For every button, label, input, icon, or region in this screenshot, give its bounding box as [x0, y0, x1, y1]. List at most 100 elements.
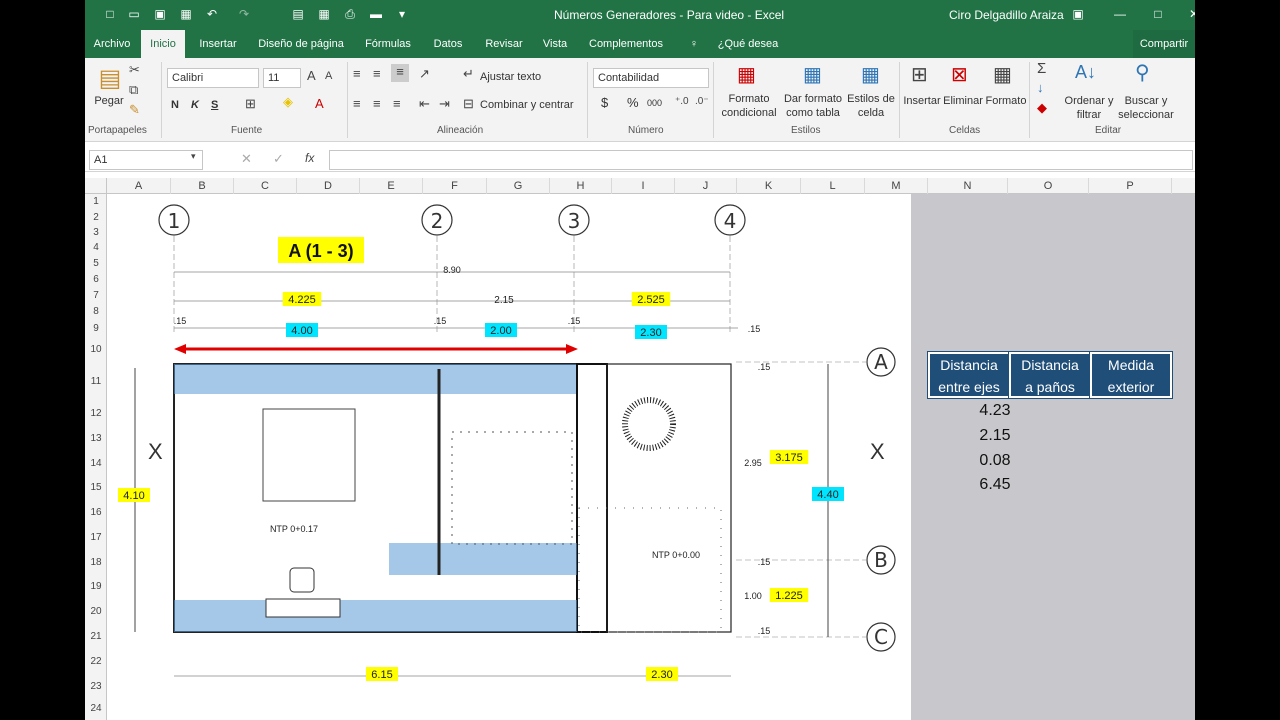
grow-font-icon[interactable]: A: [307, 68, 316, 83]
row-header-19[interactable]: 19: [85, 575, 107, 599]
maximize-icon[interactable]: □: [1151, 7, 1165, 21]
align-bottom-icon[interactable]: ≡: [391, 64, 409, 82]
column-header-J[interactable]: J: [675, 178, 737, 194]
tab-revisar[interactable]: Revisar: [481, 30, 527, 58]
open-icon[interactable]: ▭: [127, 7, 141, 21]
custom-icon[interactable]: ▦: [179, 7, 193, 21]
column-header-B[interactable]: B: [171, 178, 234, 194]
column-header-N[interactable]: N: [928, 178, 1008, 194]
row-header-24[interactable]: 24: [85, 699, 107, 719]
tab-vista[interactable]: Vista: [539, 30, 571, 58]
row-header-1[interactable]: 1: [85, 194, 107, 210]
align-right-icon[interactable]: ≡: [393, 96, 401, 111]
tab-insertar[interactable]: Insertar: [195, 30, 241, 58]
column-header-C[interactable]: C: [234, 178, 297, 194]
orientation-icon[interactable]: ↗: [419, 66, 430, 82]
find-select-icon[interactable]: ⚲: [1135, 60, 1150, 85]
sort-filter-button[interactable]: Ordenar y filtrar: [1063, 94, 1115, 122]
bold-button[interactable]: N: [171, 98, 179, 112]
value-cell-4[interactable]: 6.45: [960, 476, 1030, 494]
enter-icon[interactable]: ✓: [273, 151, 284, 167]
shrink-font-icon[interactable]: A: [325, 70, 332, 82]
font-name-select[interactable]: Calibri: [167, 68, 259, 88]
conditional-format-button[interactable]: Formato condicional: [719, 92, 779, 120]
cell-styles-button[interactable]: Estilos de celda: [847, 92, 895, 120]
select-all-corner[interactable]: [85, 178, 107, 194]
column-header-M[interactable]: M: [865, 178, 928, 194]
italic-button[interactable]: K: [191, 98, 199, 112]
align-top-icon[interactable]: ≡: [353, 66, 361, 81]
wrap-text-icon[interactable]: ↵: [463, 66, 474, 82]
decrease-decimal-icon[interactable]: .0⁻: [695, 96, 709, 107]
row-header-20[interactable]: 20: [85, 599, 107, 624]
font-color-icon[interactable]: A: [315, 96, 324, 111]
wrap-text-button[interactable]: Ajustar texto: [480, 70, 541, 84]
tab-formulas[interactable]: Fórmulas: [361, 30, 415, 58]
tab-complementos[interactable]: Complementos: [587, 30, 665, 58]
row-header-23[interactable]: 23: [85, 675, 107, 699]
fill-color-icon[interactable]: ◈: [283, 94, 293, 110]
row-header-7[interactable]: 7: [85, 288, 107, 304]
tab-archivo[interactable]: Archivo: [89, 30, 135, 58]
row-header-4[interactable]: 4: [85, 240, 107, 256]
insert-cells-icon[interactable]: ⊞: [911, 62, 928, 87]
row-header-6[interactable]: 6: [85, 272, 107, 288]
column-header-O[interactable]: O: [1008, 178, 1089, 194]
align-left-icon[interactable]: ≡: [353, 96, 361, 111]
row-header-22[interactable]: 22: [85, 649, 107, 675]
clear-icon[interactable]: ◆: [1037, 100, 1047, 116]
row-header-16[interactable]: 16: [85, 500, 107, 525]
row-header-18[interactable]: 18: [85, 550, 107, 575]
column-header-A[interactable]: A: [107, 178, 171, 194]
underline-button[interactable]: S: [211, 98, 218, 112]
increase-decimal-icon[interactable]: ⁺.0: [675, 96, 689, 107]
conditional-format-icon[interactable]: ▦: [737, 62, 756, 87]
column-header-I[interactable]: I: [612, 178, 675, 194]
number-format-select[interactable]: Contabilidad: [593, 68, 709, 88]
row-header-3[interactable]: 3: [85, 225, 107, 240]
increase-indent-icon[interactable]: ⇥: [439, 96, 450, 112]
delete-cells-button[interactable]: Eliminar: [941, 94, 985, 108]
row-header-12[interactable]: 12: [85, 402, 107, 426]
worksheet-grid[interactable]: 1 2 3 4 A (1 - 3) 8.90 4.225 2.15 2.525 4.00 2.00 2…: [108, 194, 1195, 720]
column-header-G[interactable]: G: [487, 178, 550, 194]
format-painter-icon[interactable]: ✎: [129, 102, 140, 118]
row-header-2[interactable]: 2: [85, 210, 107, 225]
undo-icon[interactable]: ↶: [205, 7, 219, 21]
row-header-11[interactable]: 11: [85, 362, 107, 402]
copy-icon[interactable]: ⧉: [129, 82, 138, 98]
borders-icon[interactable]: ⊞: [245, 96, 256, 112]
close-icon[interactable]: ✕: [1187, 7, 1195, 21]
row-header-9[interactable]: 9: [85, 320, 107, 337]
print-icon[interactable]: ⎙: [343, 7, 357, 21]
find-select-button[interactable]: Buscar y seleccionar: [1115, 94, 1177, 122]
redo-icon[interactable]: ↷: [237, 7, 251, 21]
decrease-indent-icon[interactable]: ⇤: [419, 96, 430, 112]
name-box[interactable]: A1: [89, 150, 203, 170]
percent-button[interactable]: %: [627, 96, 639, 110]
cut-icon[interactable]: ✂: [129, 62, 140, 78]
name-box-dropdown-icon[interactable]: ▾: [191, 151, 196, 162]
sort-filter-icon[interactable]: A↓: [1075, 62, 1096, 83]
font-size-select[interactable]: 11: [263, 68, 301, 88]
column-header-K[interactable]: K: [737, 178, 801, 194]
paste-icon[interactable]: ▤: [95, 64, 125, 94]
value-cell-3[interactable]: 0.08: [960, 452, 1030, 470]
fill-icon[interactable]: ↓: [1037, 80, 1044, 95]
merge-center-button[interactable]: Combinar y centrar: [480, 98, 574, 112]
row-header-17[interactable]: 17: [85, 525, 107, 550]
format-cells-button[interactable]: Formato: [985, 94, 1027, 108]
format-as-table-icon[interactable]: ▦: [803, 62, 822, 87]
format-as-table-button[interactable]: Dar formato como tabla: [781, 92, 845, 120]
align-middle-icon[interactable]: ≡: [373, 66, 381, 81]
ribbon-display-icon[interactable]: ▣: [1071, 7, 1085, 21]
tell-me-search[interactable]: ¿Qué desea hacer?: [703, 30, 793, 78]
currency-button[interactable]: $: [601, 96, 608, 110]
insert-cells-button[interactable]: Insertar: [903, 94, 941, 108]
save-icon[interactable]: ▣: [153, 7, 167, 21]
row-header-14[interactable]: 14: [85, 452, 107, 476]
new-icon[interactable]: □: [103, 7, 117, 21]
qat-menu-icon[interactable]: ▾: [395, 7, 409, 21]
row-header-21[interactable]: 21: [85, 624, 107, 649]
insert-function-icon[interactable]: fx: [305, 151, 314, 165]
